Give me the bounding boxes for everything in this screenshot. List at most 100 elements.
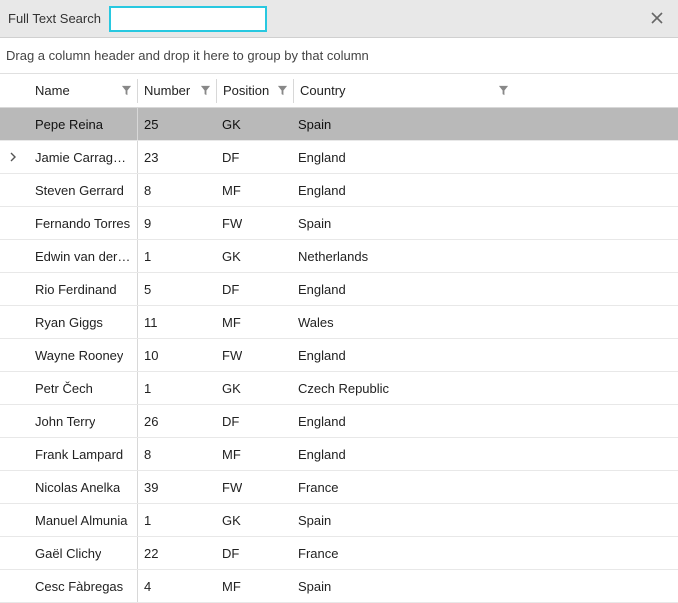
column-header-country[interactable]: Country (294, 74, 514, 107)
cell-position: MF (216, 570, 292, 602)
cell-position: FW (216, 207, 292, 239)
table-row[interactable]: Fernando Torres9FWSpain (0, 207, 678, 240)
cell-position: DF (216, 405, 292, 437)
row-expander[interactable] (0, 152, 26, 162)
cell-text: England (298, 282, 346, 297)
cell-text: MF (222, 183, 241, 198)
table-row[interactable]: Pepe Reina25GKSpain (0, 108, 678, 141)
group-by-drop-area[interactable]: Drag a column header and drop it here to… (0, 38, 678, 74)
cell-text: Gaël Clichy (35, 546, 101, 561)
cell-name: Fernando Torres (29, 207, 137, 239)
table-row[interactable]: Gaël Clichy 22 DF France (0, 537, 678, 570)
cell-text: 4 (144, 579, 151, 594)
cell-position: GK (216, 240, 292, 272)
cell-text: Manuel Almunia (35, 513, 128, 528)
cell-text: Frank Lampard (35, 447, 123, 462)
cell-position: DF (216, 273, 292, 305)
column-header-label: Number (144, 83, 190, 98)
cell-number: 22 (138, 537, 216, 569)
cell-text: Ryan Giggs (35, 315, 103, 330)
cell-text: 22 (144, 546, 158, 561)
cell-text: 1 (144, 513, 151, 528)
cell-country: Spain (292, 570, 512, 602)
cell-text: Netherlands (298, 249, 368, 264)
cell-text: Fernando Torres (35, 216, 130, 231)
cell-text: 39 (144, 480, 158, 495)
cell-text: John Terry (35, 414, 95, 429)
cell-text: MF (222, 579, 241, 594)
cell-text: France (298, 480, 338, 495)
cell-number: 5 (138, 273, 216, 305)
cell-name: Frank Lampard (29, 438, 137, 470)
cell-country: Wales (292, 306, 512, 338)
column-header-position[interactable]: Position (217, 74, 293, 107)
column-header-label: Position (223, 83, 269, 98)
cell-text: England (298, 150, 346, 165)
cell-text: Rio Ferdinand (35, 282, 117, 297)
filter-icon[interactable] (121, 85, 133, 97)
cell-name: Petr Čech (29, 372, 137, 404)
cell-text: GK (222, 513, 241, 528)
cell-name: Cesc Fàbregas (29, 570, 137, 602)
cell-country: Spain (292, 504, 512, 536)
column-header-label: Name (35, 83, 70, 98)
table-row[interactable]: Jamie Carragher23DFEngland (0, 141, 678, 174)
table-row[interactable]: Petr Čech1GKCzech Republic (0, 372, 678, 405)
cell-name: Wayne Rooney (29, 339, 137, 371)
cell-text: Steven Gerrard (35, 183, 124, 198)
cell-text: Spain (298, 117, 331, 132)
cell-text: 5 (144, 282, 151, 297)
cell-text: 23 (144, 150, 158, 165)
cell-country: England (292, 405, 512, 437)
cell-name: Gaël Clichy (29, 537, 137, 569)
grid-body: Pepe Reina25GKSpainJamie Carragher23DFEn… (0, 108, 678, 603)
cell-text: Cesc Fàbregas (35, 579, 123, 594)
table-row[interactable]: Ryan Giggs11MFWales (0, 306, 678, 339)
cell-name: Ryan Giggs (29, 306, 137, 338)
table-row[interactable]: Wayne Rooney10FWEngland (0, 339, 678, 372)
table-row[interactable]: John Terry 26 DF England (0, 405, 678, 438)
cell-text: 8 (144, 183, 151, 198)
search-input[interactable] (109, 6, 267, 32)
cell-name: Steven Gerrard (29, 174, 137, 206)
cell-text: DF (222, 282, 239, 297)
cell-position: GK (216, 504, 292, 536)
cell-country: France (292, 537, 512, 569)
cell-text: GK (222, 249, 241, 264)
cell-text: Edwin van der Sar (35, 249, 131, 264)
column-header-number[interactable]: Number (138, 74, 216, 107)
table-row[interactable]: Cesc Fàbregas 4 MF Spain (0, 570, 678, 603)
cell-text: France (298, 546, 338, 561)
cell-text: England (298, 348, 346, 363)
cell-number: 8 (138, 174, 216, 206)
chevron-right-icon (8, 152, 18, 162)
cell-number: 23 (138, 141, 216, 173)
cell-country: England (292, 273, 512, 305)
table-row[interactable]: Edwin van der Sar1GKNetherlands (0, 240, 678, 273)
table-row[interactable]: Steven Gerrard8MFEngland (0, 174, 678, 207)
cell-text: Spain (298, 216, 331, 231)
filter-icon[interactable] (200, 85, 212, 97)
filter-icon[interactable] (498, 85, 510, 97)
cell-text: GK (222, 381, 241, 396)
cell-text: DF (222, 414, 239, 429)
cell-country: England (292, 339, 512, 371)
table-row[interactable]: Nicolas Anelka39FWFrance (0, 471, 678, 504)
cell-name: Nicolas Anelka (29, 471, 137, 503)
cell-text: 26 (144, 414, 158, 429)
cell-text: Spain (298, 513, 331, 528)
table-row[interactable]: Rio Ferdinand 5 DF England (0, 273, 678, 306)
table-row[interactable]: Frank Lampard8MFEngland (0, 438, 678, 471)
close-icon (651, 11, 663, 27)
cell-text: England (298, 447, 346, 462)
table-row[interactable]: Manuel Almunia 1 GK Spain (0, 504, 678, 537)
column-header-name[interactable]: Name (29, 74, 137, 107)
cell-position: DF (216, 141, 292, 173)
cell-name: Pepe Reina (29, 108, 137, 140)
filter-icon[interactable] (277, 85, 289, 97)
cell-text: 25 (144, 117, 158, 132)
cell-country: England (292, 141, 512, 173)
cell-position: DF (216, 537, 292, 569)
cell-number: 1 (138, 372, 216, 404)
close-search-button[interactable] (648, 10, 666, 28)
